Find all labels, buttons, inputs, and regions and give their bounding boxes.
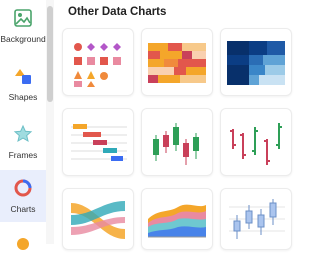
heatmap-warm-chart: [148, 43, 206, 83]
chart-card-boxplot[interactable]: [220, 188, 292, 250]
boxplot-chart: [229, 199, 285, 239]
chart-card-heatmap-blue[interactable]: [220, 28, 292, 96]
sidebar-item-frames[interactable]: Frames: [0, 116, 46, 168]
sidebar: Background Shapes Frames Charts: [0, 0, 46, 250]
chart-card-shape-grid[interactable]: [62, 28, 134, 96]
more-icon: [17, 238, 29, 250]
sidebar-item-label: Shapes: [8, 92, 38, 102]
sidebar-item-label: Background: [0, 34, 46, 44]
chart-icon: [14, 179, 32, 197]
sidebar-item-more[interactable]: [0, 230, 46, 250]
chart-card-heatmap-warm[interactable]: [141, 28, 213, 96]
gantt-chart: [71, 124, 127, 161]
chart-card-sankey[interactable]: [62, 188, 134, 250]
chart-card-gantt[interactable]: [62, 108, 134, 176]
section-title: Other Data Charts: [68, 6, 167, 18]
ohlc-chart: [230, 123, 282, 165]
scrollbar-thumb[interactable]: [47, 6, 53, 102]
streamgraph-chart: [148, 204, 206, 238]
heatmap-blue-chart: [227, 41, 285, 85]
shapes-icon: [15, 69, 31, 84]
sankey-chart: [71, 201, 125, 239]
chart-card-streamgraph[interactable]: [141, 188, 213, 250]
sidebar-item-charts[interactable]: Charts: [0, 170, 46, 222]
sidebar-item-label: Frames: [8, 150, 38, 160]
chart-card-candlestick[interactable]: [141, 108, 213, 176]
star-icon: [13, 124, 33, 143]
candlestick-chart: [153, 123, 199, 165]
sidebar-item-background[interactable]: Background: [0, 0, 46, 52]
sidebar-item-shapes[interactable]: Shapes: [0, 58, 46, 110]
sidebar-item-label: Charts: [10, 204, 36, 214]
shape-grid-chart: [74, 43, 121, 87]
chart-card-ohlc[interactable]: [220, 108, 292, 176]
chart-gallery: Other Data Charts: [54, 0, 300, 250]
image-icon: [14, 9, 32, 27]
